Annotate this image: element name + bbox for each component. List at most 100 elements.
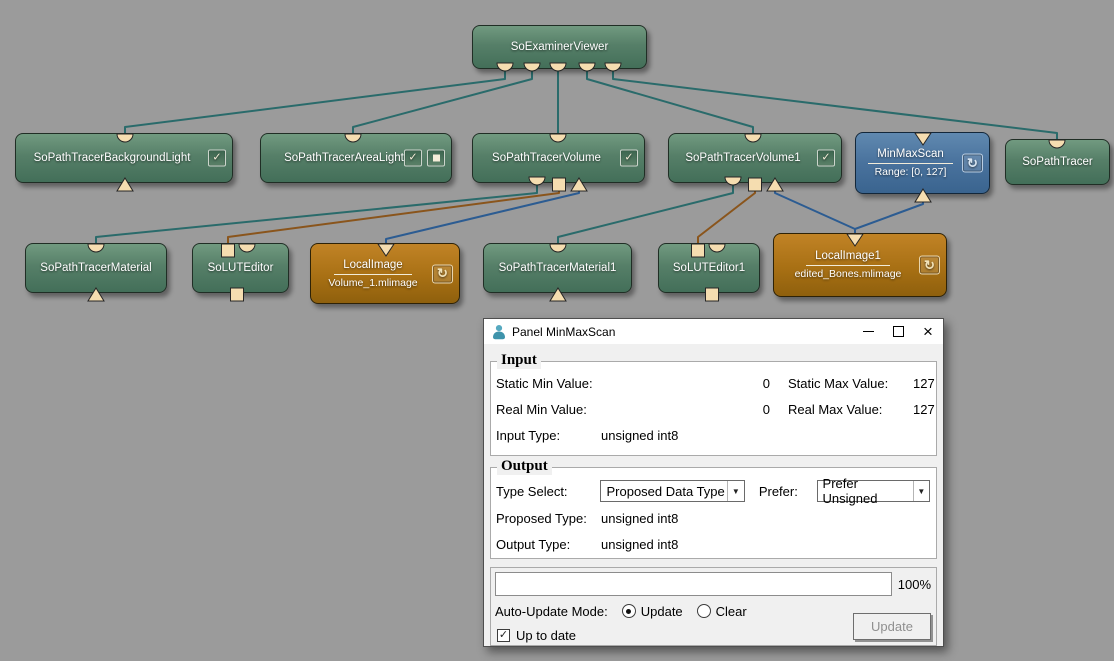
titlebar[interactable]: Panel MinMaxScan ×	[484, 319, 943, 344]
auto-update-label: Auto-Update Mode:	[495, 604, 608, 619]
checkmark-icon[interactable]: ✓	[404, 150, 422, 167]
refresh-icon[interactable]: ↻	[432, 264, 453, 283]
minimize-icon	[863, 331, 874, 332]
close-button[interactable]: ×	[913, 319, 943, 344]
node-icons: ✓	[208, 150, 226, 167]
status-section: 100% Auto-Update Mode: Update Clear ✓ Up…	[490, 567, 937, 646]
node-LocalImage[interactable]: LocalImageVolume_1.mlimage ↻	[310, 243, 460, 304]
node-title: LocalImage1	[806, 249, 890, 266]
proposed-type-label: Proposed Type:	[496, 510, 601, 528]
node-title: SoPathTracerVolume1	[685, 151, 800, 166]
clear-radio[interactable]	[697, 604, 711, 618]
node-SoPathTracerAreaLight[interactable]: SoPathTracerAreaLight✓	[260, 133, 452, 183]
node-SoPathTracerVolume1[interactable]: SoPathTracerVolume1 ✓	[668, 133, 842, 183]
node-LocalImage1[interactable]: LocalImage1edited_Bones.mlimage↻	[773, 233, 947, 297]
up-to-date-label: Up to date	[516, 628, 576, 643]
clear-radio-label[interactable]: Clear	[716, 604, 747, 619]
connection-line[interactable]	[353, 70, 532, 139]
minimize-button[interactable]	[853, 319, 883, 344]
network-canvas[interactable]: SoExaminerViewer SoPathTracerBackgroundLi…	[0, 0, 1114, 661]
node-title: SoPathTracerAreaLight	[284, 151, 404, 166]
checkmark-icon[interactable]: ✓	[620, 150, 638, 167]
panel-body: Input Static Min Value: 0 Static Max Val…	[484, 344, 943, 646]
connection-line[interactable]	[125, 70, 505, 139]
connection-line[interactable]	[698, 184, 755, 249]
node-title: SoExaminerViewer	[511, 40, 609, 55]
output-groupbox: Output Type Select: Proposed Data Type ▼…	[490, 467, 937, 559]
node-title: SoLUTEditor	[208, 261, 274, 276]
gap	[770, 401, 788, 419]
real-values-row: Real Min Value: 0 Real Max Value: 127	[496, 401, 930, 419]
real-max-label: Real Max Value:	[788, 401, 913, 419]
gap	[770, 375, 788, 393]
node-SoPathTracerMaterial[interactable]: SoPathTracerMaterial	[25, 243, 167, 293]
mevislab-icon	[491, 324, 507, 340]
panel-window: Panel MinMaxScan × Input Static Min Valu…	[483, 318, 944, 647]
node-title: LocalImage	[334, 258, 411, 275]
update-radio[interactable]	[622, 604, 636, 618]
node-MinMaxScan[interactable]: MinMaxScanRange: [0, 127]↻	[855, 132, 990, 194]
window-title: Panel MinMaxScan	[512, 325, 615, 339]
output-type-label: Output Type:	[496, 536, 601, 554]
progress-row: 100%	[495, 572, 931, 596]
node-title: SoPathTracer	[1022, 155, 1093, 170]
maximize-button[interactable]	[883, 319, 913, 344]
prefer-value: Prefer Unsigned	[823, 476, 913, 506]
node-subtitle: Volume_1.mlimage	[328, 276, 417, 290]
close-icon: ×	[923, 323, 933, 340]
refresh-icon[interactable]: ↻	[962, 154, 983, 173]
chevron-down-icon: ▼	[913, 481, 929, 501]
type-select-value: Proposed Data Type	[606, 484, 724, 499]
checkmark-icon[interactable]: ✓	[208, 150, 226, 167]
connection-line[interactable]	[96, 184, 537, 249]
node-title: SoLUTEditor1	[673, 261, 745, 276]
input-type-row: Input Type: unsigned int8	[496, 427, 930, 445]
node-SoPathTracerVolume[interactable]: SoPathTracerVolume ✓	[472, 133, 645, 183]
real-max-value: 127	[913, 401, 935, 419]
chevron-down-icon: ▼	[727, 481, 744, 501]
node-SoPathTracerMaterial1[interactable]: SoPathTracerMaterial1	[483, 243, 632, 293]
update-radio-label[interactable]: Update	[641, 604, 683, 619]
progress-percent: 100%	[898, 577, 931, 592]
node-SoLUTEditor1[interactable]: SoLUTEditor1	[658, 243, 760, 293]
node-title: MinMaxScan	[868, 147, 952, 164]
real-min-label: Real Min Value:	[496, 401, 746, 419]
node-SoExaminerViewer[interactable]: SoExaminerViewer	[472, 25, 647, 69]
input-group-heading: Input	[497, 352, 541, 369]
output-group-heading: Output	[497, 458, 552, 475]
node-icons: ↻	[962, 154, 983, 173]
square-icon[interactable]	[427, 150, 445, 167]
up-to-date-checkbox[interactable]: ✓	[497, 629, 510, 642]
update-button[interactable]: Update	[853, 613, 931, 640]
input-type-value: unsigned int8	[601, 427, 930, 445]
static-max-label: Static Max Value:	[788, 375, 913, 393]
checkmark-icon[interactable]: ✓	[817, 150, 835, 167]
node-SoLUTEditor[interactable]: SoLUTEditor	[192, 243, 289, 293]
prefer-label: Prefer:	[759, 484, 817, 499]
output-type-row: Output Type: unsigned int8	[496, 536, 930, 554]
connection-line[interactable]	[558, 184, 733, 249]
node-icons: ✓	[404, 150, 445, 167]
node-title: SoPathTracerBackgroundLight	[34, 151, 191, 166]
prefer-dropdown[interactable]: Prefer Unsigned ▼	[817, 480, 930, 502]
maximize-icon	[893, 326, 904, 337]
progress-bar	[495, 572, 892, 596]
node-icons: ↻	[432, 264, 453, 283]
refresh-icon[interactable]: ↻	[919, 256, 940, 275]
node-title: SoPathTracerMaterial	[40, 261, 151, 276]
static-values-row: Static Min Value: 0 Static Max Value: 12…	[496, 375, 930, 393]
node-SoPathTracer[interactable]: SoPathTracer	[1005, 139, 1110, 185]
node-SoPathTracerBackgroundLight[interactable]: SoPathTracerBackgroundLight ✓	[15, 133, 233, 183]
connection-line[interactable]	[228, 184, 559, 249]
connection-line[interactable]	[587, 70, 753, 139]
proposed-type-row: Proposed Type: unsigned int8	[496, 510, 930, 528]
input-groupbox: Input Static Min Value: 0 Static Max Val…	[490, 361, 937, 456]
node-title: SoPathTracerVolume	[492, 151, 601, 166]
node-icons: ✓	[817, 150, 835, 167]
input-type-label: Input Type:	[496, 427, 601, 445]
type-select-dropdown[interactable]: Proposed Data Type ▼	[600, 480, 744, 502]
connection-line[interactable]	[386, 184, 579, 251]
real-min-value: 0	[746, 401, 770, 419]
static-min-value: 0	[746, 375, 770, 393]
node-title: SoPathTracerMaterial1	[499, 261, 617, 276]
